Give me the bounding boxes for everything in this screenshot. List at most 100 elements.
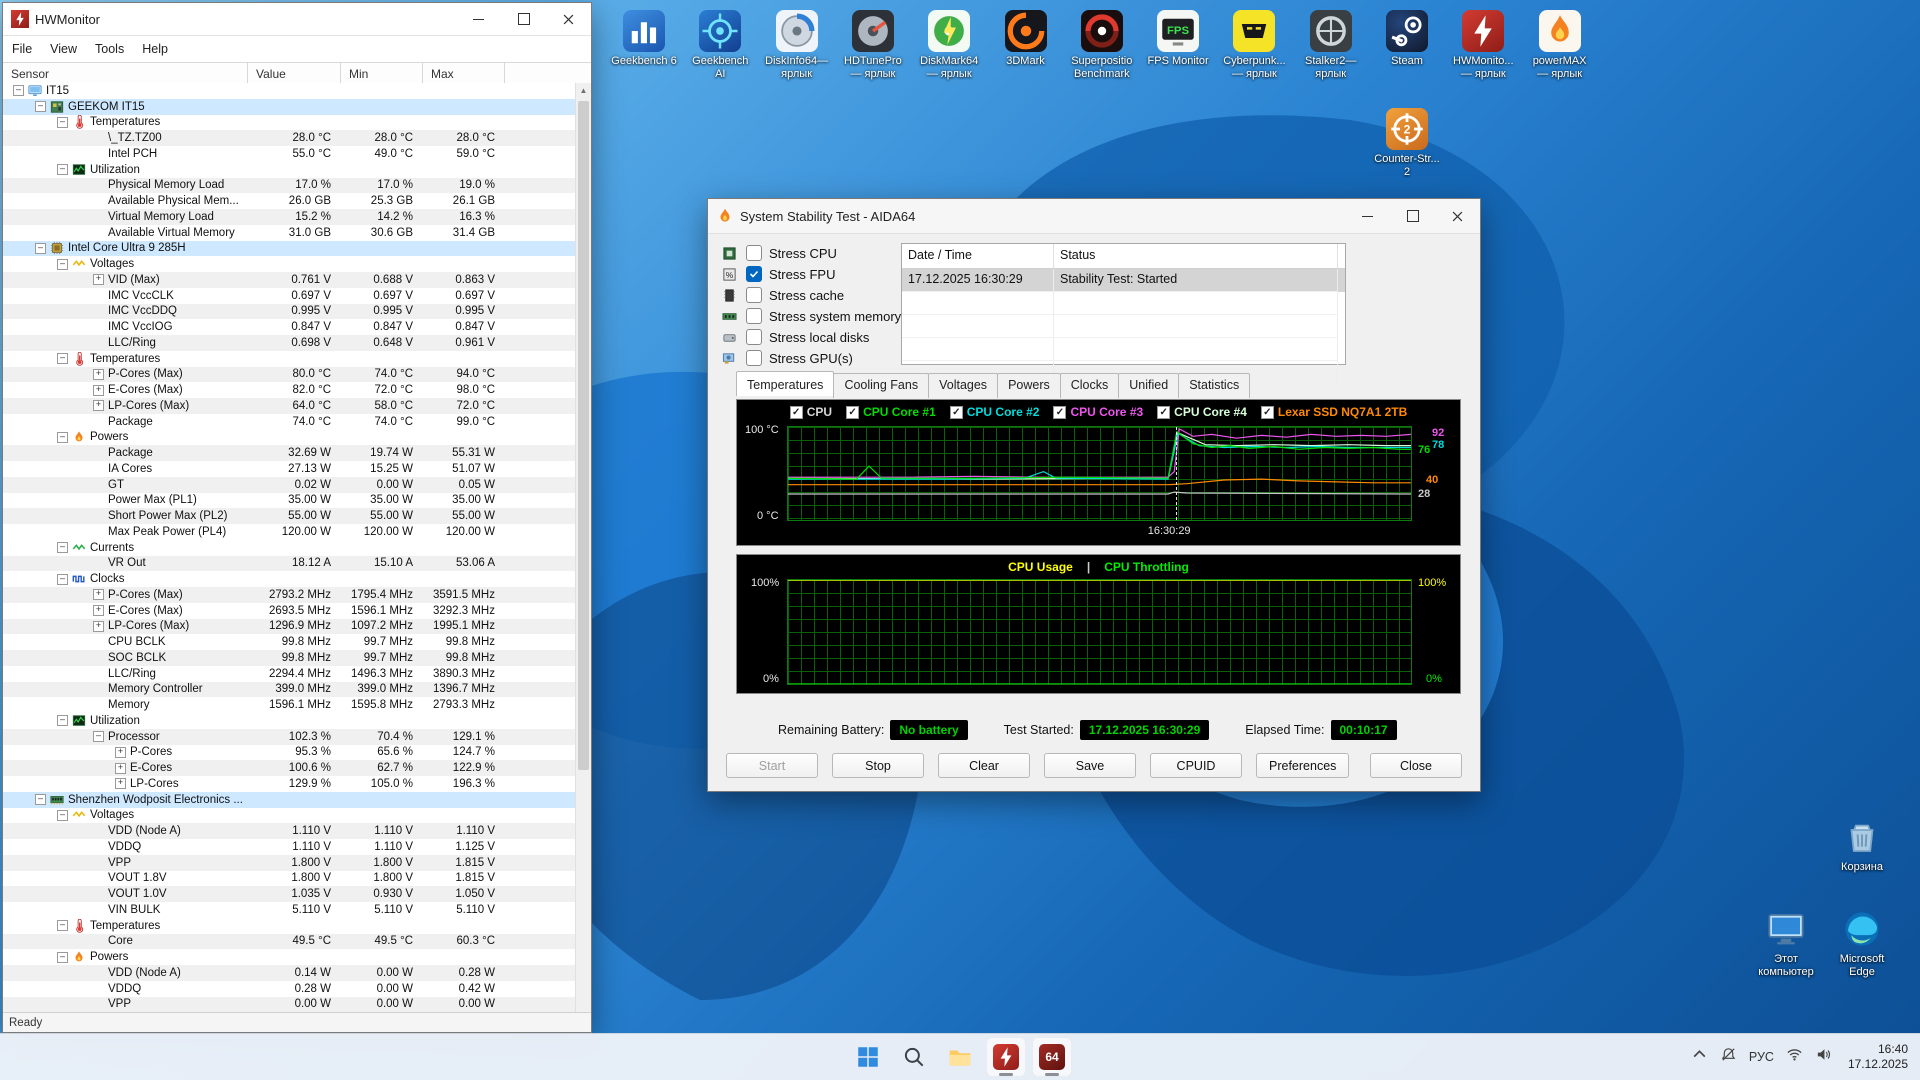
sensor-row[interactable]: SOC BCLK 99.8 MHz 99.7 MHz 99.8 MHz — [3, 650, 576, 666]
desktop-icon-superposition[interactable]: Superpositio Benchmark — [1064, 10, 1140, 81]
sensor-row[interactable]: – Temperatures — [3, 351, 576, 367]
sensor-row[interactable]: – Powers — [3, 949, 576, 965]
sensor-row[interactable]: – Voltages — [3, 808, 576, 824]
sensor-row[interactable]: VDDQ 1.110 V 1.110 V 1.125 V — [3, 839, 576, 855]
expand-icon[interactable]: + — [115, 762, 126, 774]
sensor-row[interactable]: – Powers — [3, 430, 576, 446]
log-column-status[interactable]: Status — [1054, 244, 1338, 268]
desktop-icon-hdtunepro[interactable]: HDTunePro — ярлык — [835, 10, 911, 81]
collapse-icon[interactable]: – — [57, 116, 68, 128]
taskbar-clock[interactable]: 16:40 17.12.2025 — [1848, 1042, 1914, 1072]
sensor-row[interactable]: + P-Cores (Max) 80.0 °C 74.0 °C 94.0 °C — [3, 366, 576, 383]
sensor-row[interactable]: VOUT 1.0V 1.035 V 0.930 V 1.050 V — [3, 886, 576, 902]
checkbox-unchecked[interactable] — [746, 350, 762, 366]
menu-item-view[interactable]: View — [41, 38, 86, 60]
maximize-button[interactable] — [1390, 199, 1435, 233]
desktop-icon-powermax[interactable]: powerMAX — ярлык — [1522, 10, 1598, 81]
sensor-row[interactable]: – Utilization — [3, 162, 576, 178]
sensor-row[interactable]: – Shenzhen Wodposit Electronics ... — [3, 791, 576, 808]
sensor-row[interactable]: + P-Cores 95.3 % 65.6 % 124.7 % — [3, 745, 576, 761]
sensor-row[interactable]: + LP-Cores (Max) 1296.9 MHz 1097.2 MHz 1995.… — [3, 618, 576, 635]
cpuid-button[interactable]: CPUID — [1150, 753, 1242, 778]
collapse-icon[interactable]: – — [13, 85, 24, 97]
stop-button[interactable]: Stop — [832, 753, 924, 778]
column-header-value[interactable]: Value — [248, 63, 341, 84]
desktop-icon-recycle-bin[interactable]: Корзина — [1824, 816, 1900, 874]
collapse-icon[interactable]: – — [57, 431, 68, 443]
checkbox-unchecked[interactable] — [746, 308, 762, 324]
legend-checkbox-icon[interactable]: ✓ — [1157, 405, 1171, 419]
sensor-row[interactable]: + LP-Cores 129.9 % 105.0 % 196.3 % — [3, 776, 576, 792]
expand-icon[interactable]: + — [93, 274, 104, 286]
log-column-datetime[interactable]: Date / Time — [902, 244, 1054, 268]
scroll-up-icon[interactable]: ▲ — [576, 83, 591, 98]
collapse-icon[interactable]: – — [57, 573, 68, 585]
sensor-row[interactable]: VDD (Node A) 0.14 W 0.00 W 0.28 W — [3, 965, 576, 981]
volume-icon[interactable] — [1815, 1046, 1832, 1068]
desktop-icon-steam[interactable]: Steam — [1369, 10, 1445, 68]
tab-temperatures[interactable]: Temperatures — [736, 371, 835, 396]
sensor-row[interactable]: IMC VccDDQ 0.995 V 0.995 V 0.995 V — [3, 303, 576, 320]
legend-checkbox-icon[interactable]: ✓ — [846, 405, 860, 419]
expand-icon[interactable]: + — [93, 368, 104, 380]
sensor-row[interactable]: LLC/Ring 0.698 V 0.648 V 0.961 V — [3, 335, 576, 351]
tray-chevron-up-icon[interactable] — [1691, 1046, 1708, 1068]
desktop-icon-geekbench6[interactable]: Geekbench 6 — [606, 10, 682, 68]
desktop-icon-cs2[interactable]: 2 Counter-Str... 2 — [1369, 108, 1445, 179]
sensor-row[interactable]: IA Cores 27.13 W 15.25 W 51.07 W — [3, 461, 576, 477]
desktop-icon-3dmark[interactable]: 3DMark — [988, 10, 1064, 68]
expand-icon[interactable]: + — [93, 605, 104, 617]
taskbar-hwmonitor[interactable] — [986, 1037, 1026, 1077]
expand-icon[interactable]: + — [93, 400, 104, 412]
tab-cooling-fans[interactable]: Cooling Fans — [833, 373, 930, 398]
sensor-row[interactable]: IMC VccIOG 0.847 V 0.847 V 0.847 V — [3, 319, 576, 335]
sensor-row[interactable]: VDD (Node A) 1.110 V 1.110 V 1.110 V — [3, 823, 576, 839]
sensor-row[interactable]: – Currents — [3, 540, 576, 556]
sensor-row[interactable]: – Temperatures — [3, 115, 576, 131]
sensor-row[interactable]: + P-Cores (Max) 2793.2 MHz 1795.4 MHz 3591.5… — [3, 587, 576, 603]
sensor-row[interactable]: VPP 0.00 W 0.00 W 0.00 W — [3, 996, 576, 1012]
close-button[interactable]: Close — [1370, 753, 1462, 778]
expand-icon[interactable]: + — [93, 620, 104, 632]
collapse-icon[interactable]: – — [93, 731, 104, 743]
desktop-icon-this-pc[interactable]: Этот компьютер — [1748, 908, 1824, 979]
sensor-row[interactable]: Available Virtual Memory 31.0 GB 30.6 GB 31… — [3, 225, 576, 241]
collapse-icon[interactable]: – — [57, 809, 68, 821]
expand-icon[interactable]: + — [93, 384, 104, 396]
menu-item-help[interactable]: Help — [133, 38, 177, 60]
collapse-icon[interactable]: – — [57, 542, 68, 554]
minimize-button[interactable] — [1345, 199, 1390, 233]
tab-unified[interactable]: Unified — [1118, 373, 1180, 398]
start-button[interactable] — [848, 1037, 888, 1077]
desktop-icon-diskinfo64[interactable]: DiskInfo64— ярлык — [759, 10, 835, 81]
sensor-row[interactable]: – IT15 — [3, 83, 576, 99]
desktop-icon-geekbench-ai[interactable]: Geekbench AI — [682, 10, 758, 81]
preferences-button[interactable]: Preferences — [1256, 753, 1350, 778]
expand-icon[interactable]: + — [115, 746, 126, 758]
tab-powers[interactable]: Powers — [997, 373, 1061, 398]
sensor-row[interactable]: Intel PCH 55.0 °C 49.0 °C 59.0 °C — [3, 146, 576, 162]
taskbar-aida64[interactable]: 64 — [1032, 1037, 1072, 1077]
sensor-row[interactable]: – Temperatures — [3, 918, 576, 934]
collapse-icon[interactable]: – — [57, 353, 68, 365]
file-explorer-button[interactable] — [940, 1037, 980, 1077]
sensor-row[interactable]: + E-Cores (Max) 2693.5 MHz 1596.1 MHz 3292.3… — [3, 603, 576, 619]
column-header-sensor[interactable]: Sensor — [3, 63, 248, 84]
menu-item-tools[interactable]: Tools — [86, 38, 133, 60]
tab-voltages[interactable]: Voltages — [928, 373, 999, 398]
legend-checkbox-icon[interactable]: ✓ — [789, 405, 803, 419]
tab-statistics[interactable]: Statistics — [1178, 373, 1251, 398]
collapse-icon[interactable]: – — [35, 101, 46, 113]
sensor-row[interactable]: – GEEKOM IT15 — [3, 98, 576, 115]
legend-checkbox-icon[interactable]: ✓ — [949, 405, 963, 419]
sensor-row[interactable]: – Clocks — [3, 571, 576, 587]
sensor-row[interactable]: VPP 1.800 V 1.800 V 1.815 V — [3, 854, 576, 871]
checkbox-checked[interactable] — [746, 266, 762, 282]
sensor-row[interactable]: CPU BCLK 99.8 MHz 99.7 MHz 99.8 MHz — [3, 634, 576, 650]
save-button[interactable]: Save — [1044, 753, 1136, 778]
column-header-max[interactable]: Max — [423, 63, 505, 84]
sensor-row[interactable]: + VID (Max) 0.761 V 0.688 V 0.863 V — [3, 272, 576, 288]
sensor-row[interactable]: + E-Cores 100.6 % 62.7 % 122.9 % — [3, 760, 576, 776]
legend-checkbox-icon[interactable]: ✓ — [1260, 405, 1274, 419]
scrollbar-thumb[interactable] — [578, 101, 589, 770]
